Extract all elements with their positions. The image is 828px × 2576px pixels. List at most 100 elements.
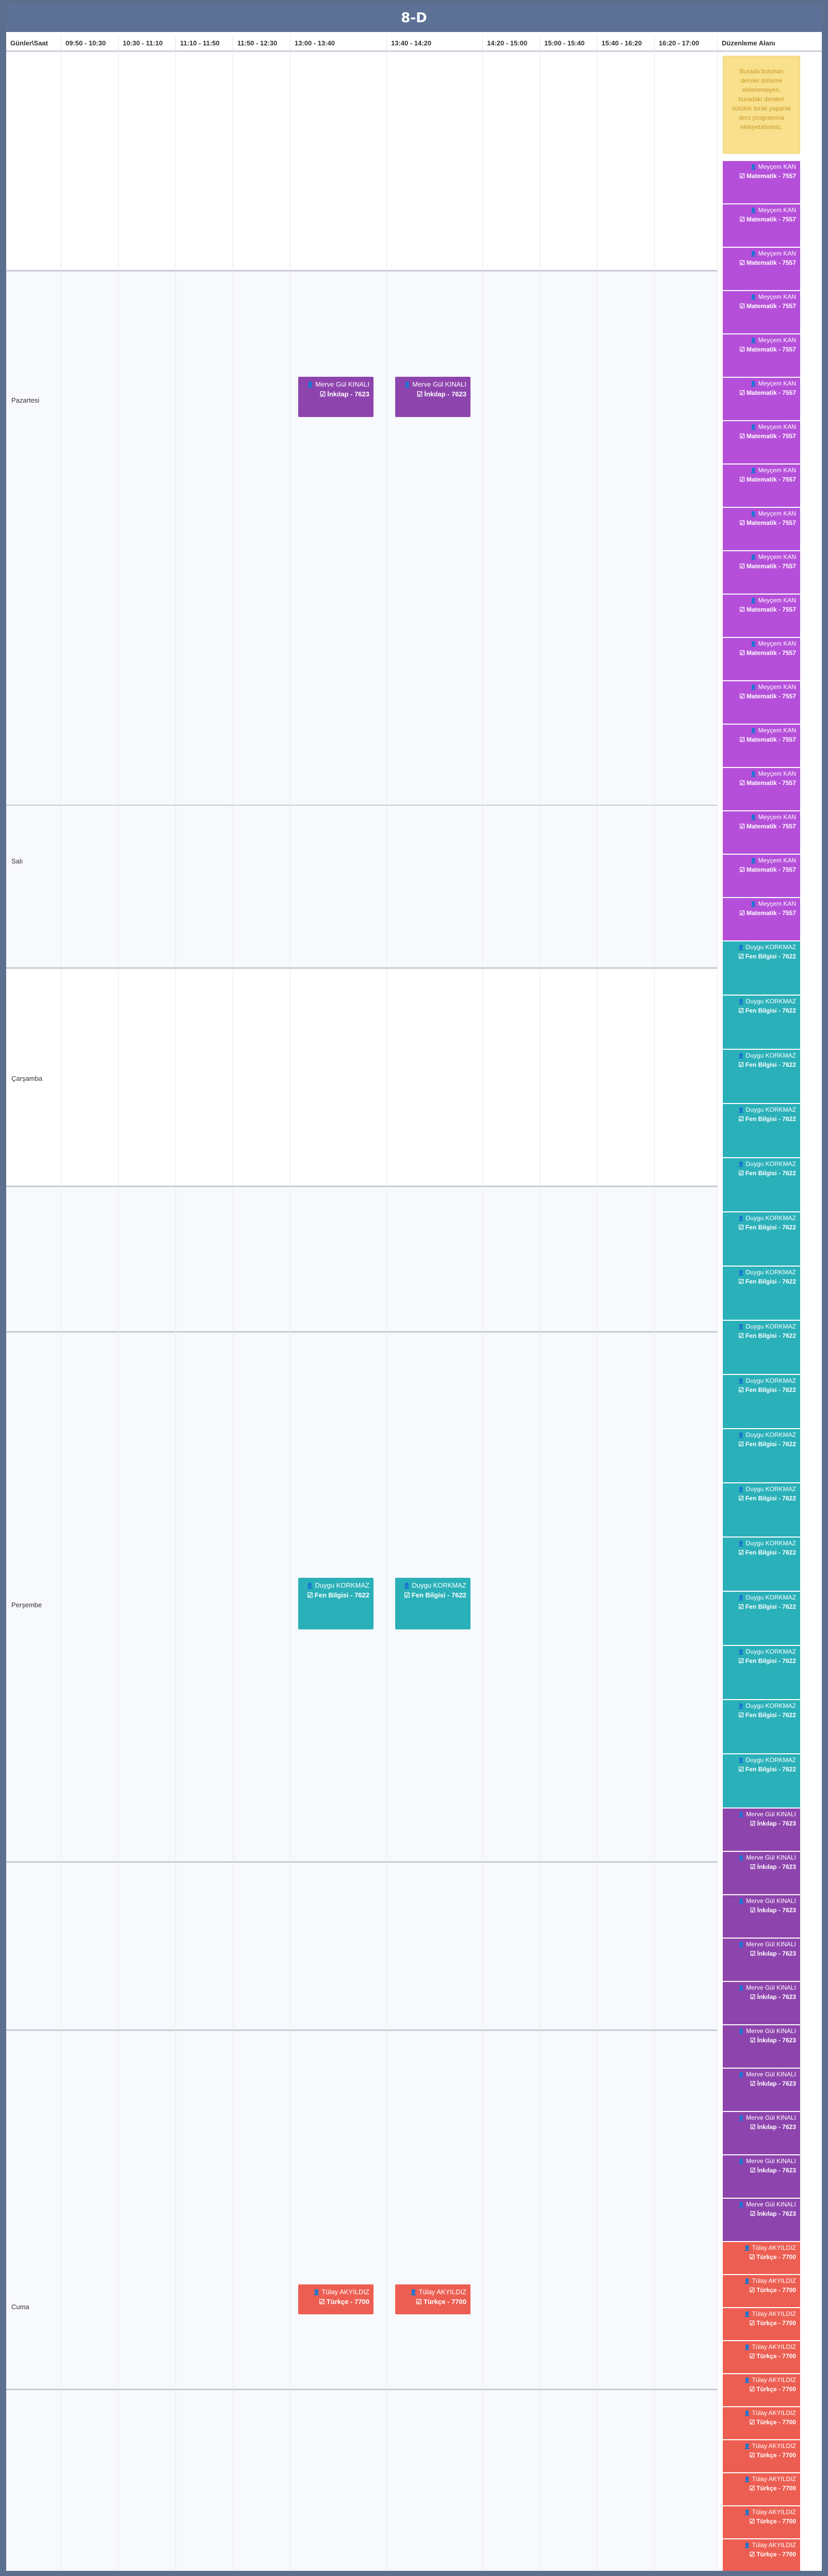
teacher-name: Duygu KORKMAZ (727, 1322, 796, 1332)
unplaced-lesson-card[interactable]: Duygu KORKMAZFen Bilgisi - 7622 (723, 1375, 800, 1429)
unplaced-lesson-card[interactable]: Tülay AKYILDIZTürkçe - 7700 (723, 2341, 800, 2374)
unplaced-lesson-card[interactable]: Merve Gül KINALIİnkılap - 7623 (723, 1939, 800, 1982)
unplaced-lesson-card[interactable]: Tülay AKYILDIZTürkçe - 7700 (723, 2242, 800, 2275)
lesson-name: Matematik - 7557 (727, 909, 796, 917)
slot-header: 09:50 - 10:30 (61, 36, 118, 51)
lesson-name: Fen Bilgisi - 7622 (727, 1440, 796, 1448)
unplaced-lesson-card[interactable]: Tülay AKYILDIZTürkçe - 7700 (723, 2506, 800, 2539)
unplaced-lesson-card[interactable]: Meyçem KANMatematik - 7557 (723, 595, 800, 638)
unplaced-lesson-card[interactable]: Meyçem KANMatematik - 7557 (723, 421, 800, 465)
unplaced-lesson-card[interactable]: Meyçem KANMatematik - 7557 (723, 898, 800, 941)
unplaced-lesson-card[interactable]: Meyçem KANMatematik - 7557 (723, 378, 800, 421)
unplaced-lesson-card[interactable]: Duygu KORKMAZFen Bilgisi - 7622 (723, 1267, 800, 1321)
slot-header: 11:10 - 11:50 (175, 36, 233, 51)
unplaced-lesson-card[interactable]: Meyçem KANMatematik - 7557 (723, 811, 800, 855)
unplaced-lesson-card[interactable]: Meyçem KANMatematik - 7557 (723, 725, 800, 768)
lesson-name: Fen Bilgisi - 7622 (399, 1591, 466, 1599)
lesson-name: Fen Bilgisi - 7622 (727, 1548, 796, 1557)
teacher-name: Meyçem KAN (727, 770, 796, 779)
unplaced-lesson-card[interactable]: Meyçem KANMatematik - 7557 (723, 291, 800, 334)
lesson-name: İnkılap - 7623 (727, 1819, 796, 1828)
unplaced-lesson-card[interactable]: Tülay AKYILDIZTürkçe - 7700 (723, 2440, 800, 2473)
unplaced-lesson-card[interactable]: Duygu KORKMAZFen Bilgisi - 7622 (723, 1483, 800, 1538)
teacher-name: Tülay AKYILDIZ (727, 2409, 796, 2418)
lesson-name: Matematik - 7557 (727, 259, 796, 267)
unplaced-lesson-card[interactable]: Meyçem KANMatematik - 7557 (723, 465, 800, 508)
unplaced-lesson-card[interactable]: Merve Gül KINALIİnkılap - 7623 (723, 2025, 800, 2069)
unplaced-lesson-card[interactable]: Tülay AKYILDIZTürkçe - 7700 (723, 2539, 800, 2571)
unplaced-lesson-card[interactable]: Merve Gül KINALIİnkılap - 7623 (723, 1852, 800, 1895)
lesson-name: Türkçe - 7700 (727, 2451, 796, 2459)
unplaced-lesson-card[interactable]: Duygu KORKMAZFen Bilgisi - 7622 (723, 996, 800, 1050)
unplaced-lesson-card[interactable]: Meyçem KANMatematik - 7557 (723, 681, 800, 725)
unplaced-lesson-card[interactable]: Merve Gül KINALIİnkılap - 7623 (723, 2112, 800, 2155)
unplaced-lesson-card[interactable]: Merve Gül KINALIİnkılap - 7623 (723, 2155, 800, 2199)
unplaced-lesson-card[interactable]: Meyçem KANMatematik - 7557 (723, 248, 800, 291)
day-label: Pazartesi (11, 396, 40, 404)
lesson-card[interactable]: Merve Gül KINALI İnkılap - 7623 (395, 377, 470, 417)
editing-note: Burada bulunan dersler sisteme eklenemey… (723, 56, 800, 154)
lesson-name: Türkçe - 7700 (399, 2297, 466, 2306)
unplaced-lesson-card[interactable]: Meyçem KANMatematik - 7557 (723, 508, 800, 551)
lesson-name: Türkçe - 7700 (727, 2352, 796, 2360)
unplaced-lesson-card[interactable]: Duygu KORKMAZFen Bilgisi - 7622 (723, 1429, 800, 1483)
teacher-name: Tülay AKYILDIZ (727, 2376, 796, 2385)
unplaced-lesson-card[interactable]: Duygu KORKMAZFen Bilgisi - 7622 (723, 1538, 800, 1592)
teacher-name: Merve Gül KINALI (727, 2027, 796, 2036)
unplaced-lesson-card[interactable]: Merve Gül KINALIİnkılap - 7623 (723, 2069, 800, 2112)
lesson-card[interactable]: Duygu KORKMAZ Fen Bilgisi - 7622 (298, 1578, 374, 1629)
unplaced-lesson-card[interactable]: Meyçem KANMatematik - 7557 (723, 161, 800, 204)
lesson-name: İnkılap - 7623 (727, 2079, 796, 2088)
unplaced-lesson-card[interactable]: Tülay AKYILDIZTürkçe - 7700 (723, 2407, 800, 2440)
unplaced-lesson-card[interactable]: Duygu KORKMAZFen Bilgisi - 7622 (723, 1212, 800, 1267)
lesson-card[interactable]: Tülay AKYILDIZ Türkçe - 7700 (298, 2284, 374, 2314)
unplaced-lesson-card[interactable]: Meyçem KANMatematik - 7557 (723, 768, 800, 811)
lesson-name: İnkılap - 7623 (727, 1906, 796, 1914)
unplaced-lesson-card[interactable]: Meyçem KANMatematik - 7557 (723, 855, 800, 898)
teacher-name: Meyçem KAN (727, 553, 796, 562)
lesson-name: Matematik - 7557 (727, 519, 796, 527)
unplaced-lesson-card[interactable]: Duygu KORKMAZFen Bilgisi - 7622 (723, 1592, 800, 1646)
teacher-name: Merve Gül KINALI (727, 2070, 796, 2079)
teacher-name: Meyçem KAN (727, 379, 796, 389)
unplaced-lesson-card[interactable]: Meyçem KANMatematik - 7557 (723, 204, 800, 248)
unplaced-lesson-card[interactable]: Duygu KORKMAZFen Bilgisi - 7622 (723, 1646, 800, 1700)
unplaced-lesson-card[interactable]: Duygu KORKMAZFen Bilgisi - 7622 (723, 1754, 800, 1809)
day-row-cuma: Cuma (6, 2031, 717, 2390)
unplaced-lesson-card[interactable]: Merve Gül KINALIİnkılap - 7623 (723, 2199, 800, 2242)
teacher-name: Duygu KORKMAZ (727, 1160, 796, 1169)
unplaced-lesson-card[interactable]: Duygu KORKMAZFen Bilgisi - 7622 (723, 1158, 800, 1212)
unplaced-lesson-card[interactable]: Tülay AKYILDIZTürkçe - 7700 (723, 2275, 800, 2308)
teacher-name: Duygu KORKMAZ (302, 1581, 369, 1591)
unplaced-lesson-card[interactable]: Duygu KORKMAZFen Bilgisi - 7622 (723, 1700, 800, 1754)
unplaced-lesson-card[interactable]: Meyçem KANMatematik - 7557 (723, 638, 800, 681)
teacher-name: Duygu KORKMAZ (727, 997, 796, 1006)
lesson-name: Fen Bilgisi - 7622 (727, 1494, 796, 1502)
day-row-sali: Salı (6, 806, 717, 969)
class-title: 8-D (6, 4, 822, 32)
schedule-window: 8-D Günler\Saat 09:50 - 10:30 10:30 - 11… (6, 4, 822, 2571)
teacher-name: Duygu KORKMAZ (727, 1702, 796, 1711)
lesson-card[interactable]: Merve Gül KINALI İnkılap - 7623 (298, 377, 374, 417)
unplaced-lesson-card[interactable]: Duygu KORKMAZFen Bilgisi - 7622 (723, 1050, 800, 1104)
teacher-name: Meyçem KAN (727, 423, 796, 432)
unplaced-lesson-card[interactable]: Duygu KORKMAZFen Bilgisi - 7622 (723, 941, 800, 996)
lesson-card[interactable]: Tülay AKYILDIZ Türkçe - 7700 (395, 2284, 470, 2314)
unplaced-lesson-card[interactable]: Merve Gül KINALIİnkılap - 7623 (723, 1982, 800, 2025)
unplaced-lesson-card[interactable]: Meyçem KANMatematik - 7557 (723, 551, 800, 595)
lesson-name: İnkılap - 7623 (727, 2123, 796, 2131)
unplaced-lesson-card[interactable]: Merve Gül KINALIİnkılap - 7623 (723, 1895, 800, 1939)
unplaced-lesson-card[interactable]: Meyçem KANMatematik - 7557 (723, 334, 800, 378)
lesson-name: Fen Bilgisi - 7622 (727, 952, 796, 961)
lesson-card[interactable]: Duygu KORKMAZ Fen Bilgisi - 7622 (395, 1578, 470, 1629)
lesson-name: Matematik - 7557 (727, 389, 796, 397)
unplaced-lesson-card[interactable]: Merve Gül KINALIİnkılap - 7623 (723, 1809, 800, 1852)
unplaced-lesson-card[interactable]: Duygu KORKMAZFen Bilgisi - 7622 (723, 1104, 800, 1158)
teacher-name: Meyçem KAN (727, 683, 796, 692)
unplaced-lesson-card[interactable]: Tülay AKYILDIZTürkçe - 7700 (723, 2473, 800, 2506)
unplaced-lesson-card[interactable]: Tülay AKYILDIZTürkçe - 7700 (723, 2308, 800, 2341)
lesson-name: Matematik - 7557 (727, 215, 796, 223)
unplaced-lesson-card[interactable]: Tülay AKYILDIZTürkçe - 7700 (723, 2374, 800, 2407)
teacher-name: Duygu KORKMAZ (727, 1377, 796, 1386)
unplaced-lesson-card[interactable]: Duygu KORKMAZFen Bilgisi - 7622 (723, 1321, 800, 1375)
